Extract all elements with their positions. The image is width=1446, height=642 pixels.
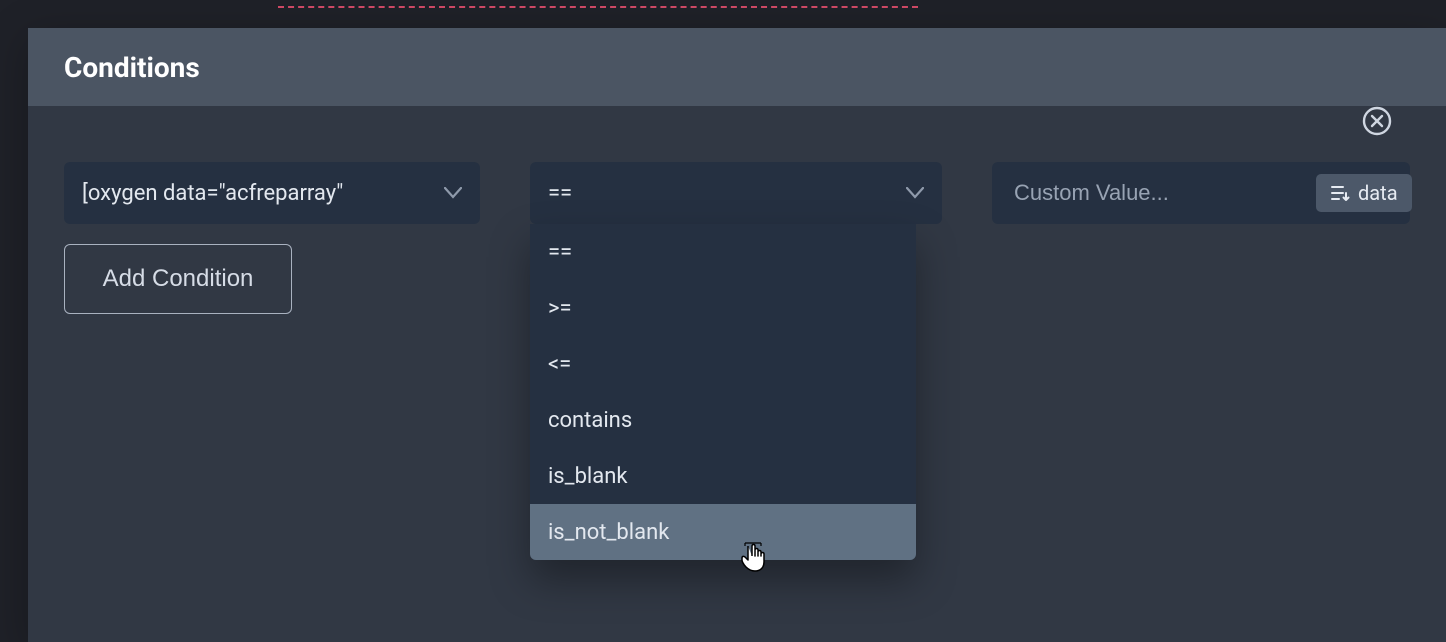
operator-option-eq[interactable]: == — [530, 224, 916, 280]
operator-option-label: == — [548, 240, 572, 265]
panel-body: [oxygen data="acfreparray" == == >= — [28, 106, 1446, 370]
operator-option-lte[interactable]: <= — [530, 336, 916, 392]
value-field-container: data — [992, 162, 1410, 224]
field-select-value: [oxygen data="acfreparray" — [82, 181, 343, 206]
operator-option-is-blank[interactable]: is_blank — [530, 448, 916, 504]
add-condition-button[interactable]: Add Condition — [64, 244, 292, 314]
close-icon — [1360, 123, 1394, 142]
operator-dropdown: == >= <= contains is_blank is_ — [530, 224, 916, 560]
data-button-label: data — [1358, 181, 1398, 205]
field-select[interactable]: [oxygen data="acfreparray" — [64, 162, 480, 224]
operator-option-label: >= — [548, 296, 572, 321]
operator-option-label: is_blank — [548, 464, 628, 489]
chevron-down-icon — [888, 187, 924, 199]
panel-title: Conditions — [64, 51, 200, 84]
panel-header: Conditions — [28, 28, 1446, 106]
data-icon — [1330, 184, 1350, 202]
operator-option-label: is_not_blank — [548, 520, 669, 545]
operator-option-contains[interactable]: contains — [530, 392, 916, 448]
operator-option-label: contains — [548, 408, 632, 433]
close-button[interactable] — [1360, 104, 1394, 138]
chevron-down-icon — [426, 187, 462, 199]
operator-option-gte[interactable]: >= — [530, 280, 916, 336]
condition-row: [oxygen data="acfreparray" == == >= — [64, 162, 1410, 224]
operator-option-label: <= — [548, 352, 571, 377]
operator-select[interactable]: == == >= <= contains — [530, 162, 942, 224]
operator-select-value: == — [548, 181, 572, 206]
data-button[interactable]: data — [1316, 174, 1412, 212]
operator-option-is-not-blank[interactable]: is_not_blank — [530, 504, 916, 560]
conditions-panel: Conditions [oxygen data="acfreparray" == — [28, 28, 1446, 642]
add-condition-label: Add Condition — [103, 265, 254, 293]
value-input[interactable] — [1012, 179, 1304, 207]
